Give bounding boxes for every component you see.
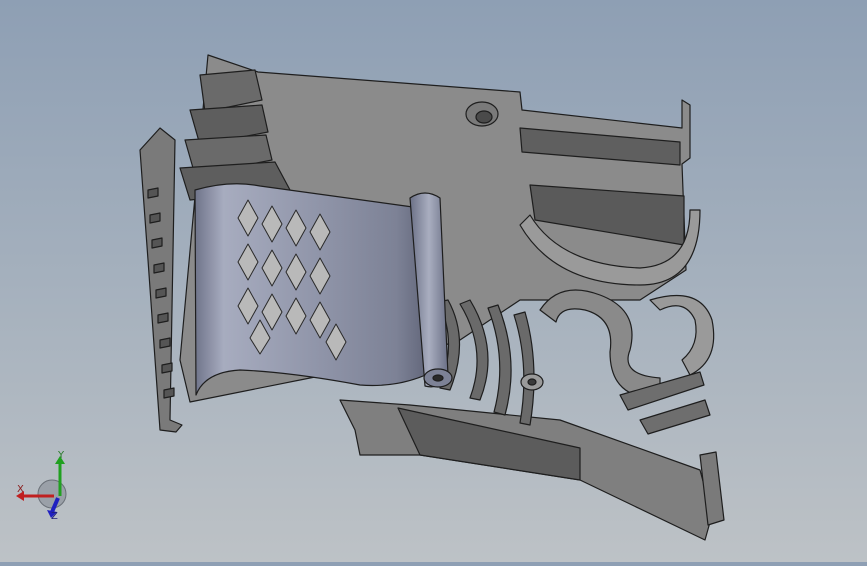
part-model[interactable] (0, 0, 867, 562)
left-edge-rail (139, 127, 183, 433)
triad-origin-sphere (37, 479, 67, 509)
rib-2 (487, 304, 512, 416)
x-axis-label: X (17, 484, 24, 495)
strut-2 (639, 399, 711, 435)
y-axis-label: Y (58, 450, 65, 461)
rib-3 (513, 311, 535, 426)
graphics-viewport[interactable] (0, 0, 867, 562)
cover-plate (194, 183, 433, 396)
hook-c-clip (649, 294, 715, 376)
hook-s-clip (539, 289, 661, 399)
z-axis-label: Z (51, 511, 58, 522)
orientation-triad: X Y Z (14, 446, 74, 526)
